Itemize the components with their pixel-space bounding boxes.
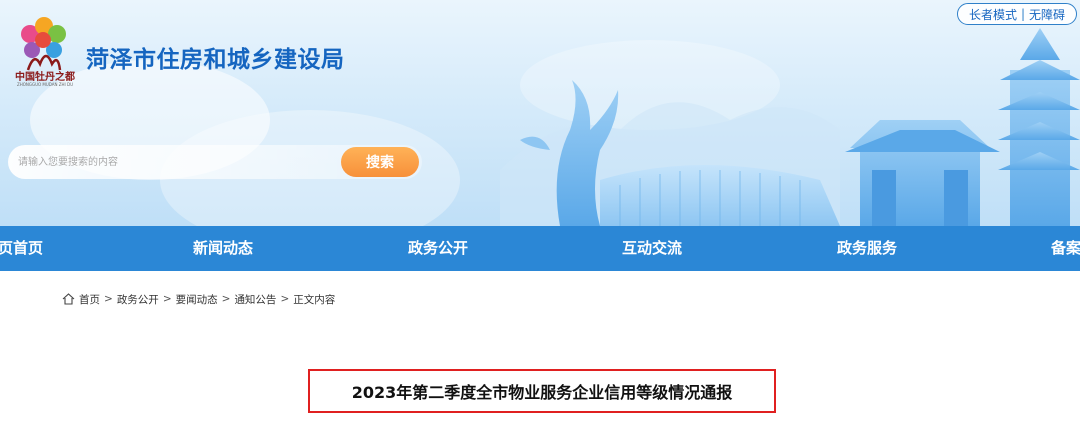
breadcrumb-separator: > (280, 293, 290, 305)
article-title-highlight: 2023年第二季度全市物业服务企业信用等级情况通报 (308, 369, 776, 413)
breadcrumb-separator: > (221, 293, 231, 305)
search-button[interactable]: 搜索 (341, 147, 419, 177)
header-banner: 中国牡丹之都 ZHONGGUO MUDAN ZHI DU 菏泽市住房和城乡建设局… (0, 0, 1080, 226)
breadcrumb-news[interactable]: 要闻动态 (176, 292, 218, 307)
breadcrumb-separator: > (162, 293, 172, 305)
article-title: 2023年第二季度全市物业服务企业信用等级情况通报 (351, 383, 733, 402)
home-icon (62, 293, 75, 305)
logo-text: 中国牡丹之都 (15, 72, 75, 83)
breadcrumb-notices[interactable]: 通知公告 (234, 292, 276, 307)
breadcrumb-separator: > (104, 293, 113, 305)
main-nav: 页首页 新闻动态 政务公开 互动交流 政务服务 备案 (0, 226, 1080, 271)
nav-item-home[interactable]: 页首页 (0, 226, 43, 271)
breadcrumb: 首页 > 政务公开 > 要闻动态 > 通知公告 > 正文内容 (62, 291, 335, 307)
search-input[interactable] (18, 151, 328, 173)
accessibility-separator: | (1020, 7, 1026, 21)
nav-item-filing[interactable]: 备案 (1051, 226, 1080, 271)
site-title: 菏泽市住房和城乡建设局 (86, 47, 345, 73)
breadcrumb-home[interactable]: 首页 (79, 292, 100, 307)
nav-item-interaction[interactable]: 互动交流 (622, 226, 682, 271)
city-skyline-illustration (500, 28, 1080, 226)
logo-subtext: ZHONGGUO MUDAN ZHI DU (16, 82, 74, 87)
nav-item-news[interactable]: 新闻动态 (193, 226, 253, 271)
nav-item-services[interactable]: 政务服务 (837, 226, 897, 271)
nav-item-gov-affairs[interactable]: 政务公开 (408, 226, 468, 271)
breadcrumb-current: 正文内容 (293, 293, 336, 306)
breadcrumb-gov-affairs[interactable]: 政务公开 (117, 292, 159, 307)
